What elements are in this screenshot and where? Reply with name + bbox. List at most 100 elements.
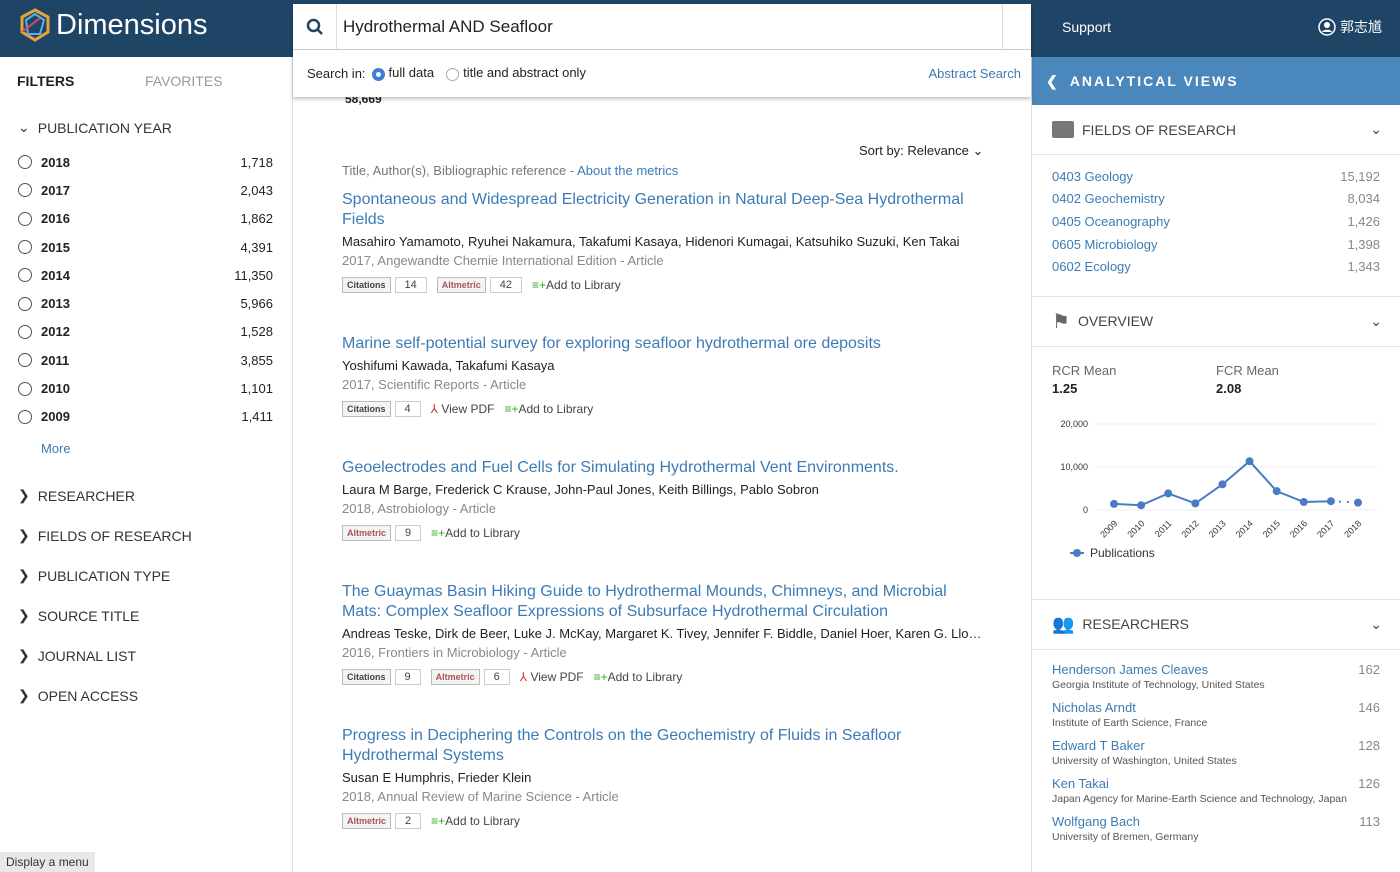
chevron-down-icon: ⌄ bbox=[1370, 312, 1382, 329]
folder-icon bbox=[1052, 121, 1074, 138]
support-link[interactable]: Support bbox=[1062, 19, 1111, 35]
researcher-item[interactable]: Wolfgang Bach 113 University of Bremen, Ge… bbox=[1032, 814, 1400, 852]
year-filter-option[interactable]: 2012 1,528 bbox=[0, 318, 292, 346]
add-to-library-button[interactable]: ≡+Add to Library bbox=[431, 526, 520, 540]
result-item: Progress in Deciphering the Controls on … bbox=[342, 726, 987, 829]
add-to-library-button[interactable]: ≡+Add to Library bbox=[504, 402, 593, 416]
result-title-link[interactable]: Progress in Deciphering the Controls on … bbox=[342, 726, 987, 766]
people-icon: 👥 bbox=[1052, 613, 1075, 634]
year-filter-option[interactable]: 2015 4,391 bbox=[0, 233, 292, 261]
data-point bbox=[1218, 480, 1227, 489]
altmetric-badge[interactable]: Altmetric 9 bbox=[342, 525, 422, 541]
researcher-item[interactable]: Ken Takai 126 Japan Agency for Marine-Eart… bbox=[1032, 776, 1400, 814]
citations-badge[interactable]: Citations 4 bbox=[342, 401, 421, 417]
field-item[interactable]: 0602 Ecology 1,343 bbox=[1032, 255, 1400, 278]
radio-button[interactable] bbox=[18, 353, 32, 368]
result-source: 2017, Scientific Reports - Article bbox=[342, 377, 527, 392]
radio-full-data[interactable]: full data bbox=[371, 65, 434, 81]
radio-button[interactable] bbox=[18, 296, 32, 311]
result-title-link[interactable]: Marine self-potential survey for explori… bbox=[342, 334, 987, 354]
year-filter-option[interactable]: 2011 3,855 bbox=[0, 346, 292, 374]
radio-button[interactable] bbox=[18, 155, 32, 170]
add-list-icon: ≡+ bbox=[593, 670, 608, 684]
researcher-item[interactable]: Henderson James Cleaves 162 Georgia Instit… bbox=[1032, 662, 1400, 700]
radio-button[interactable] bbox=[18, 183, 32, 198]
chevron-down-icon: ⌄ bbox=[1370, 615, 1382, 632]
year-filter-option[interactable]: 2014 11,350 bbox=[0, 261, 292, 289]
tab-favorites[interactable]: FAVORITES bbox=[145, 73, 223, 89]
year-filter-option[interactable]: 2016 1,862 bbox=[0, 205, 292, 233]
data-point bbox=[1137, 501, 1146, 510]
search-button[interactable] bbox=[293, 4, 337, 49]
radio-button[interactable] bbox=[18, 409, 32, 424]
radio-button[interactable] bbox=[18, 211, 32, 226]
citations-badge[interactable]: Citations 14 bbox=[342, 277, 427, 293]
filter-section[interactable]: ❯ PUBLICATION TYPE bbox=[0, 556, 292, 596]
altmetric-badge[interactable]: Altmetric 6 bbox=[430, 669, 510, 685]
user-menu[interactable]: 郭志馗 bbox=[1318, 17, 1382, 37]
researcher-item[interactable]: Edward T Baker 128 University of Washingto… bbox=[1032, 738, 1400, 776]
field-item[interactable]: 0402 Geochemistry 8,034 bbox=[1032, 188, 1400, 211]
result-authors: Andreas Teske, Dirk de Beer, Luke J. McK… bbox=[342, 626, 987, 641]
y-tick-label: 0 bbox=[1083, 505, 1088, 515]
data-point bbox=[1164, 489, 1173, 498]
field-item[interactable]: 0405 Oceanography 1,426 bbox=[1032, 210, 1400, 233]
search-input[interactable] bbox=[337, 4, 1002, 49]
citations-badge[interactable]: Citations 9 bbox=[342, 669, 421, 685]
filter-section[interactable]: ❯ SOURCE TITLE bbox=[0, 596, 292, 636]
year-filter-option[interactable]: 2010 1,101 bbox=[0, 374, 292, 402]
chevron-right-icon: ❯ bbox=[18, 527, 30, 544]
radio-button[interactable] bbox=[18, 381, 32, 396]
legend-marker bbox=[1073, 548, 1081, 557]
radio-title-abstract[interactable]: title and abstract only bbox=[446, 65, 586, 81]
search-panel: Search in: full data title and abstract … bbox=[293, 4, 1031, 97]
radio-button[interactable] bbox=[18, 268, 32, 283]
researchers-header[interactable]: 👥 RESEARCHERS ⌄ bbox=[1032, 600, 1400, 650]
filter-section[interactable]: ❯ JOURNAL LIST bbox=[0, 636, 292, 676]
y-tick-label: 20,000 bbox=[1060, 419, 1088, 429]
radio-button[interactable] bbox=[18, 324, 32, 339]
abstract-search-link[interactable]: Abstract Search bbox=[929, 66, 1022, 81]
year-filter-option[interactable]: 2018 1,718 bbox=[0, 148, 292, 176]
tab-filters[interactable]: FILTERS bbox=[17, 73, 145, 89]
fcr-mean: FCR Mean 2.08 bbox=[1216, 362, 1279, 396]
result-title-link[interactable]: Spontaneous and Widespread Electricity G… bbox=[342, 190, 987, 230]
field-item[interactable]: 0403 Geology 15,192 bbox=[1032, 165, 1400, 188]
filter-section[interactable]: ❯ OPEN ACCESS bbox=[0, 676, 292, 716]
filter-publication-year[interactable]: ⌄ PUBLICATION YEAR bbox=[0, 119, 292, 136]
add-to-library-button[interactable]: ≡+Add to Library bbox=[431, 814, 520, 828]
result-item: The Guaymas Basin Hiking Guide to Hydrot… bbox=[342, 582, 987, 685]
x-tick-label: 2014 bbox=[1234, 518, 1255, 539]
result-title-link[interactable]: The Guaymas Basin Hiking Guide to Hydrot… bbox=[342, 582, 987, 622]
sort-dropdown[interactable]: Sort by: Relevance ⌄ bbox=[859, 143, 983, 159]
about-metrics-link[interactable]: About the metrics bbox=[577, 163, 678, 178]
radio-button[interactable] bbox=[18, 240, 32, 255]
result-title-link[interactable]: Geoelectrodes and Fuel Cells for Simulat… bbox=[342, 458, 987, 478]
researcher-item[interactable]: Nicholas Arndt 146 Institute of Earth Scie… bbox=[1032, 700, 1400, 738]
year-filter-option[interactable]: 2009 1,411 bbox=[0, 403, 292, 431]
user-avatar-icon bbox=[1318, 18, 1336, 36]
result-item: Spontaneous and Widespread Electricity G… bbox=[342, 190, 987, 293]
x-tick-label: 2010 bbox=[1125, 518, 1146, 539]
add-list-icon: ≡+ bbox=[431, 526, 446, 540]
pdf-icon: ⅄ bbox=[519, 670, 528, 684]
fields-of-research-header[interactable]: FIELDS OF RESEARCH ⌄ bbox=[1032, 105, 1400, 155]
view-pdf-button[interactable]: ⅄ View PDF bbox=[431, 402, 495, 416]
add-to-library-button[interactable]: ≡+Add to Library bbox=[532, 278, 621, 292]
chevron-right-icon: ❯ bbox=[18, 487, 30, 504]
analytical-views-panel: ❮ ANALYTICAL VIEWS FIELDS OF RESEARCH ⌄ 04… bbox=[1031, 57, 1400, 872]
view-pdf-button[interactable]: ⅄ View PDF bbox=[520, 670, 584, 684]
altmetric-badge[interactable]: Altmetric 42 bbox=[436, 277, 523, 293]
year-filter-option[interactable]: 2017 2,043 bbox=[0, 176, 292, 204]
year-filter-option[interactable]: 2013 5,966 bbox=[0, 289, 292, 317]
add-list-icon: ≡+ bbox=[504, 402, 519, 416]
brand-logo[interactable]: Dimensions bbox=[18, 8, 208, 42]
field-item[interactable]: 0605 Microbiology 1,398 bbox=[1032, 233, 1400, 256]
add-to-library-button[interactable]: ≡+Add to Library bbox=[594, 670, 683, 684]
filter-section[interactable]: ❯ FIELDS OF RESEARCH bbox=[0, 516, 292, 556]
overview-header[interactable]: ⚑ OVERVIEW ⌄ bbox=[1032, 297, 1400, 347]
more-years-link[interactable]: More bbox=[0, 441, 292, 456]
filter-section[interactable]: ❯ RESEARCHER bbox=[0, 476, 292, 516]
analytical-views-header[interactable]: ❮ ANALYTICAL VIEWS bbox=[1032, 57, 1400, 105]
altmetric-badge[interactable]: Altmetric 2 bbox=[342, 813, 422, 829]
